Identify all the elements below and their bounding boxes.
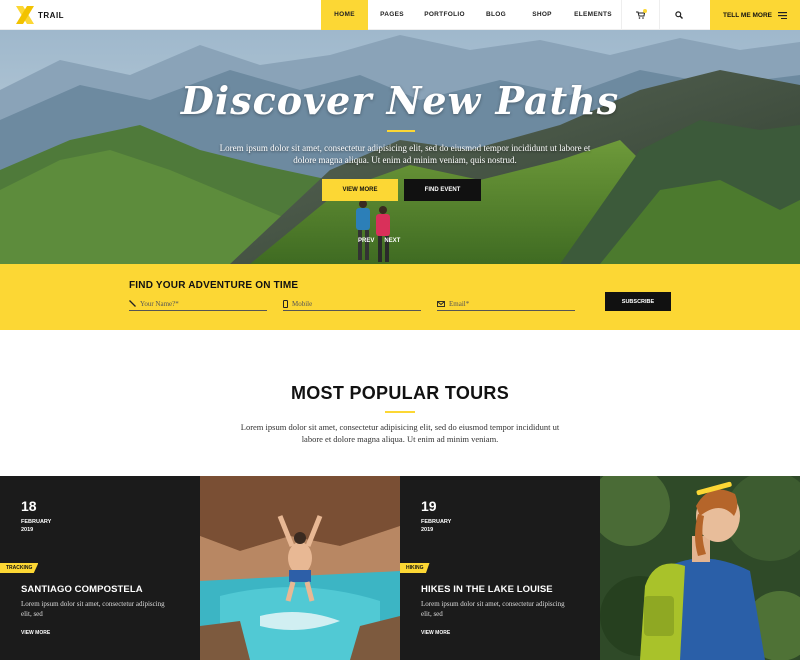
phone-icon <box>283 299 288 308</box>
mobile-field-placeholder: Mobile <box>292 299 313 308</box>
tour-title[interactable]: SANTIAGO COMPOSTELA <box>21 584 143 595</box>
hiker-woman-image <box>600 476 800 660</box>
nav-item-home[interactable]: HOME <box>321 0 368 30</box>
tour-date: FEBRUARY 2019 <box>21 518 51 534</box>
waterfall-jump-image <box>200 476 400 660</box>
logo-text: TRAIL <box>38 11 65 20</box>
nav-item-portfolio[interactable]: PORTFOLIO <box>416 0 473 30</box>
tour-card[interactable]: 18 FEBRUARY 2019 TRACKING SANTIAGO COMPO… <box>0 476 200 660</box>
tour-description: Lorem ipsum dolor sit amet, consectetur … <box>21 600 165 618</box>
logo-x-icon <box>16 6 34 24</box>
hero-banner: Discover New Paths Lorem ipsum dolor sit… <box>0 30 800 264</box>
tour-view-more-link[interactable]: VIEW MORE <box>21 630 50 636</box>
nav-item-pages[interactable]: PAGES <box>368 0 416 30</box>
cart-button[interactable] <box>621 0 659 30</box>
tour-year: 2019 <box>421 527 434 533</box>
find-event-button[interactable]: FIND EVENT <box>404 179 481 201</box>
tour-category-tag[interactable]: TRACKING <box>0 563 39 573</box>
name-field-placeholder: Your Name?* <box>140 299 179 308</box>
name-field[interactable]: Your Name?* <box>129 297 267 311</box>
tell-me-more-button[interactable]: TELL ME MORE <box>710 0 800 30</box>
logo[interactable]: TRAIL <box>14 4 74 26</box>
tour-card[interactable]: 19 FEBRUARY 2019 HIKING HIKES IN THE LAK… <box>400 476 600 660</box>
tour-day: 18 <box>21 498 37 514</box>
hero-description: Lorem ipsum dolor sit amet, consectetur … <box>219 143 591 165</box>
tour-view-more-link[interactable]: VIEW MORE <box>421 630 450 636</box>
next-slide-button[interactable]: NEXT <box>384 238 400 244</box>
subscribe-title: FIND YOUR ADVENTURE ON TIME <box>129 280 299 291</box>
hero-title-underline <box>387 130 415 132</box>
tour-category-tag[interactable]: HIKING <box>400 563 430 573</box>
search-button[interactable] <box>659 0 697 30</box>
mobile-field[interactable]: Mobile <box>283 297 421 311</box>
tour-year: 2019 <box>21 527 34 533</box>
main-menu: HOME PAGES PORTFOLIO BLOG SHOP ELEMENTS <box>321 0 697 30</box>
menu-lines-icon <box>778 11 787 19</box>
tour-description: Lorem ipsum dolor sit amet, consectetur … <box>421 600 565 618</box>
hero-title: Discover New Paths <box>180 78 620 123</box>
tour-month: FEBRUARY <box>21 519 52 525</box>
prev-slide-button[interactable]: PREV <box>358 238 374 244</box>
slider-navigation: PREV NEXT <box>358 238 400 244</box>
search-icon <box>674 11 683 19</box>
section-description: Lorem ipsum dolor sit amet, consectetur … <box>240 422 560 444</box>
view-more-button[interactable]: VIEW MORE <box>322 179 398 201</box>
tour-photo-hiker[interactable] <box>600 476 800 660</box>
tour-month: FEBRUARY <box>421 519 452 525</box>
tell-me-more-label: TELL ME MORE <box>723 11 772 19</box>
tour-day: 19 <box>421 498 437 514</box>
pencil-icon <box>129 300 136 307</box>
nav-item-shop[interactable]: SHOP <box>519 0 565 30</box>
tour-date: FEBRUARY 2019 <box>421 518 451 534</box>
nav-item-blog[interactable]: BLOG <box>473 0 519 30</box>
tour-photo-waterfall[interactable] <box>200 476 400 660</box>
email-field[interactable]: Email* <box>437 297 575 311</box>
tour-title[interactable]: HIKES IN THE LAKE LOUISE <box>421 584 553 595</box>
email-field-placeholder: Email* <box>449 299 470 308</box>
section-title-underline <box>385 411 415 413</box>
section-title: MOST POPULAR TOURS <box>290 383 510 403</box>
subscribe-button[interactable]: SUBSCRIBE <box>605 292 671 311</box>
cart-count-badge <box>643 9 647 13</box>
subscribe-bar: FIND YOUR ADVENTURE ON TIME Your Name?* … <box>0 264 800 330</box>
top-navigation: TRAIL HOME PAGES PORTFOLIO BLOG SHOP ELE… <box>0 0 800 30</box>
nav-item-elements[interactable]: ELEMENTS <box>565 0 621 30</box>
envelope-icon <box>437 300 445 307</box>
